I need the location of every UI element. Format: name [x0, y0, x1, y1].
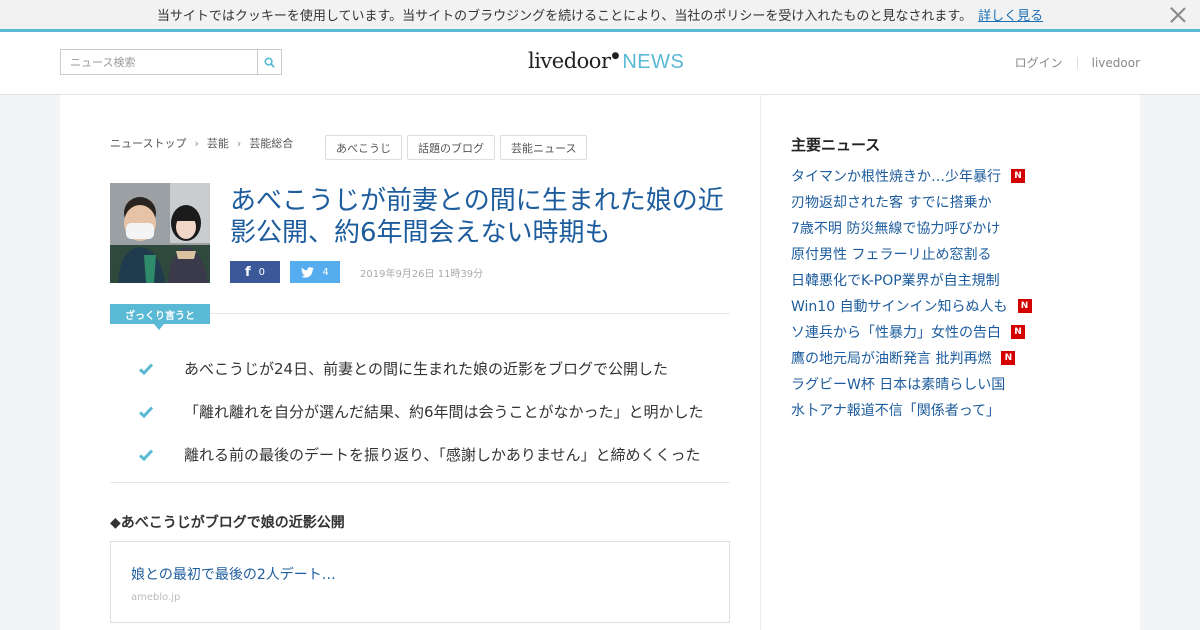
news-item[interactable]: 7歳不明 防災無線で協力呼びかけ — [791, 215, 1121, 241]
news-item[interactable]: 水卜アナ報道不信「関係者って」 — [791, 397, 1121, 423]
facebook-icon: f — [244, 264, 251, 280]
search-button[interactable] — [257, 50, 281, 74]
tag-button[interactable]: あべこうじ — [325, 135, 402, 160]
breadcrumb-item[interactable]: 芸能総合 — [249, 135, 293, 151]
livedoor-link[interactable]: livedoor — [1092, 56, 1140, 70]
summary-point-text: 「離れ離れを自分が選んだ結果、約6年間は会うことがなかった」と明かした — [184, 403, 704, 421]
news-item-text[interactable]: ラグビーW杯 日本は素晴らしい国 — [791, 374, 1005, 394]
external-link-card[interactable]: 娘との最初で最後の2人デート… ameblo.jp — [110, 541, 730, 623]
search-form — [60, 49, 282, 75]
news-item-text[interactable]: 原付男性 フェラーリ止め窓割る — [791, 244, 991, 264]
tag-button[interactable]: 芸能ニュース — [500, 135, 588, 160]
search-icon — [264, 56, 275, 68]
login-link[interactable]: ログイン — [1015, 54, 1063, 71]
news-item[interactable]: 原付男性 フェラーリ止め窓割る — [791, 241, 1121, 267]
article-column: ニューストップ › 芸能 › 芸能総合 あべこうじ 話題のブログ 芸能ニュース … — [60, 95, 760, 630]
chevron-right-icon: › — [194, 136, 199, 150]
news-item-text[interactable]: 日韓悪化でK-POP業界が自主規制 — [791, 270, 1000, 290]
new-badge: N — [1011, 325, 1025, 339]
checkmark-icon — [139, 405, 154, 418]
news-item-text[interactable]: 7歳不明 防災無線で協力呼びかけ — [791, 218, 1000, 238]
facebook-count: 0 — [258, 266, 266, 278]
breadcrumb-item[interactable]: ニューストップ — [110, 135, 186, 151]
cookie-banner: 当サイトではクッキーを使用しています。当サイトのブラウジングを続けることにより、… — [0, 0, 1200, 32]
news-item[interactable]: 刃物返却された客 すでに搭乗か — [791, 189, 1121, 215]
article-thumbnail[interactable] — [110, 183, 210, 283]
news-item-text[interactable]: 鷹の地元局が油断発言 批判再燃 — [791, 348, 991, 368]
new-badge: N — [1011, 169, 1025, 183]
twitter-bird-icon — [301, 266, 315, 278]
cookie-details-link[interactable]: 詳しく見る — [978, 5, 1043, 24]
news-item[interactable]: 日韓悪化でK-POP業界が自主規制 — [791, 267, 1121, 293]
news-item[interactable]: Win10 自動サインイン知らぬ人も N — [791, 293, 1121, 319]
news-item-text[interactable]: 刃物返却された客 すでに搭乗か — [791, 192, 992, 212]
search-input[interactable] — [61, 50, 258, 74]
news-item-text[interactable]: Win10 自動サインイン知らぬ人も — [791, 296, 1008, 316]
logo-livedoor: livedoor — [528, 49, 611, 73]
news-item[interactable]: ラグビーW杯 日本は素晴らしい国 — [791, 371, 1121, 397]
checkmark-icon — [139, 362, 154, 375]
checkmark-icon — [139, 448, 154, 461]
summary-label: ざっくり言うと — [110, 304, 210, 330]
site-logo[interactable]: livedoor ● NEWS — [528, 49, 684, 79]
share-row: f 0 4 2019年9月26日 11時39分 — [230, 261, 483, 283]
publish-date: 2019年9月26日 11時39分 — [360, 268, 484, 280]
content-divider — [110, 482, 730, 483]
new-badge: N — [1017, 299, 1032, 313]
link-card-title[interactable]: 娘との最初で最後の2人デート… — [131, 564, 336, 584]
article-headline: あべこうじが前妻との間に生まれた娘の近影公開、約6年間会えない時期も — [230, 186, 724, 248]
top-news-list: タイマンか根性焼きか…少年暴行 N 刃物返却された客 すでに搭乗か 7歳不明 防災… — [791, 163, 1121, 423]
tag-list: あべこうじ 話題のブログ 芸能ニュース — [325, 135, 592, 160]
tag-button[interactable]: 話題のブログ — [407, 135, 495, 160]
twitter-share-button[interactable]: 4 — [290, 261, 340, 283]
section-title: ◆あべこうじがブログで娘の近影公開 — [110, 515, 345, 531]
summary-divider — [210, 313, 730, 314]
news-item[interactable]: ソ連兵から「性暴力」女性の告白 N — [791, 319, 1121, 345]
summary-point: あべこうじが24日、前妻との間に生まれた娘の近影をブログで公開した — [138, 347, 738, 390]
site-header: livedoor ● NEWS ログイン livedoor — [0, 32, 1200, 95]
news-item[interactable]: 鷹の地元局が油断発言 批判再燃 N — [791, 345, 1121, 371]
breadcrumb-item[interactable]: 芸能 — [207, 135, 229, 151]
news-item[interactable]: タイマンか根性焼きか…少年暴行 N — [791, 163, 1121, 189]
summary-point: 「離れ離れを自分が選んだ結果、約6年間は会うことがなかった」と明かした — [138, 390, 738, 433]
chevron-right-icon: › — [236, 136, 242, 150]
close-icon[interactable] — [1168, 5, 1188, 25]
logo-news: NEWS — [622, 51, 685, 73]
sidebar: 主要ニュース タイマンか根性焼きか…少年暴行 N 刃物返却された客 すでに搭乗か … — [760, 95, 1140, 630]
facebook-share-button[interactable]: f 0 — [230, 261, 280, 283]
summary-point-text: 離れる前の最後のデートを振り返り、「感謝しかありません」と締めくくった — [184, 446, 701, 464]
summary-points: あべこうじが24日、前妻との間に生まれた娘の近影をブログで公開した 「離れ離れを… — [138, 347, 738, 476]
link-card-source: ameblo.jp — [131, 592, 181, 603]
breadcrumb: ニューストップ › 芸能 › 芸能総合 — [110, 135, 293, 151]
twitter-count: 4 — [322, 266, 329, 278]
summary-point-text: あべこうじが24日、前妻との間に生まれた娘の近影をブログで公開した — [184, 360, 668, 378]
news-item-text[interactable]: タイマンか根性焼きか…少年暴行 — [791, 166, 1001, 186]
summary-point: 離れる前の最後のデートを振り返り、「感謝しかありません」と締めくくった — [138, 433, 738, 476]
logo-dot-icon: ● — [611, 51, 620, 61]
cookie-message: 当サイトではクッキーを使用しています。当サイトのブラウジングを続けることにより、… — [156, 9, 973, 24]
nav-divider — [1076, 56, 1078, 69]
top-news-title: 主要ニュース — [791, 136, 881, 154]
news-item-text[interactable]: ソ連兵から「性暴力」女性の告白 — [791, 322, 1001, 342]
new-badge: N — [1001, 351, 1016, 365]
thumbnail-photo — [110, 183, 210, 283]
header-nav: ログイン livedoor — [1015, 54, 1140, 71]
news-item-text[interactable]: 水卜アナ報道不信「関係者って」 — [791, 400, 1000, 420]
